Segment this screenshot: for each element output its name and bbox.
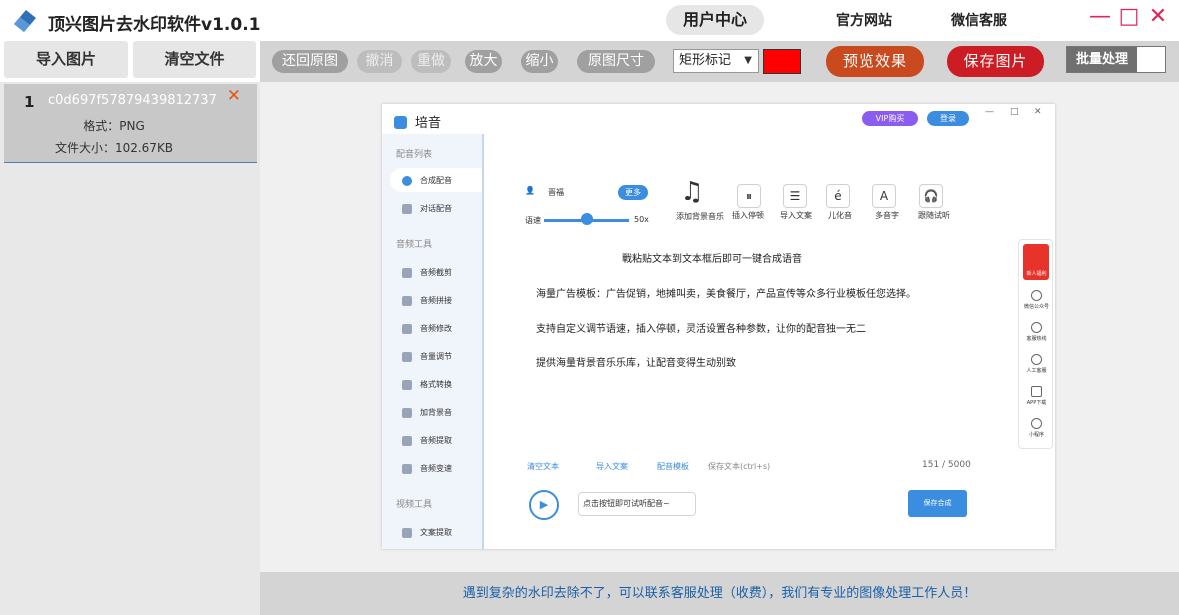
wechat-service-link[interactable]: 微信客服 bbox=[951, 10, 1007, 30]
shot-char-count: 151 / 5000 bbox=[922, 460, 971, 470]
chevron-down-icon: ▼ bbox=[744, 55, 752, 66]
mark-mode-value: 矩形标记 bbox=[679, 53, 732, 68]
shot-sidebar-item: 格式转换 bbox=[402, 379, 452, 390]
shot-clear-text-link: 清空文本 bbox=[527, 462, 559, 471]
shot-vip-badge: VIP购买 bbox=[862, 111, 918, 126]
shot-play-hint: 点击按钮即可试听配音~ bbox=[578, 492, 696, 516]
shot-dub-heading: 配音列表 bbox=[396, 150, 433, 160]
mark-mode-select[interactable]: 矩形标记 ▼ bbox=[673, 49, 759, 73]
official-site-link[interactable]: 官方网站 bbox=[836, 10, 892, 30]
shot-float-item: 微信公众号 bbox=[1019, 290, 1054, 310]
shot-login-badge: 登录 bbox=[927, 111, 969, 126]
shot-video-heading: 视频工具 bbox=[396, 500, 433, 510]
shot-erhua-icon: é bbox=[826, 184, 850, 208]
shot-text-line: 海量广告模板：广告促销，地摊叫卖，美食餐厅，产品宣传等众多行业模板任您选择。 bbox=[536, 289, 916, 300]
clear-files-button[interactable]: 清空文件 bbox=[133, 41, 256, 78]
title-bar: 顶兴图片去水印软件v1.0.1 用户中心 官方网站 微信客服 — □ ✕ bbox=[0, 0, 1179, 40]
shot-right-float: 新人福利 微信公众号 客服热线 人工客服 APP下载 小程序 bbox=[1018, 239, 1053, 449]
shot-tool-label: 插入停顿 bbox=[732, 211, 764, 220]
file-size: 文件大小：102.67KB bbox=[54, 141, 174, 155]
shot-sidebar-item: 合成配音 bbox=[402, 175, 452, 186]
shot-template-link: 配音模板 bbox=[657, 462, 689, 471]
shot-maximize-icon: □ bbox=[1010, 107, 1019, 117]
remove-file-icon[interactable]: ✕ bbox=[227, 86, 241, 106]
shot-save-button: 保存合成 bbox=[908, 490, 967, 517]
shot-sidebar-item: 音量调节 bbox=[402, 351, 452, 362]
footer-message: 遇到复杂的水印去除不了，可以联系客服处理（收费），我们有专业的图像处理工作人员！ bbox=[260, 572, 1179, 615]
shot-app-name: 培音 bbox=[415, 116, 442, 131]
undo-button[interactable]: 撤消 bbox=[357, 50, 402, 73]
shot-close-icon: ✕ bbox=[1034, 107, 1042, 117]
shot-sidebar bbox=[382, 134, 482, 549]
shot-speed-knob bbox=[581, 213, 593, 225]
close-icon[interactable]: ✕ bbox=[1146, 5, 1170, 29]
shot-audio-heading: 音频工具 bbox=[396, 240, 433, 250]
shot-float-item: 客服热线 bbox=[1019, 322, 1054, 342]
shot-save-text-link: 保存文本(ctrl+s) bbox=[708, 462, 771, 471]
shot-music-note-icon: ♫ bbox=[680, 177, 704, 207]
shot-play-icon: ▶ bbox=[529, 490, 559, 520]
shot-sidebar-item: 音频变速 bbox=[402, 463, 452, 474]
shot-headphone-icon: 🎧 bbox=[919, 184, 943, 208]
mark-color-picker[interactable] bbox=[763, 49, 801, 74]
loaded-image[interactable]: 培音 VIP购买 登录 — □ ✕ 配音列表 合成配音 对话配音 音频工具 音频… bbox=[382, 104, 1055, 549]
original-size-button[interactable]: 原图尺寸 bbox=[577, 50, 655, 73]
restore-original-button[interactable]: 还回原图 bbox=[272, 50, 348, 73]
shot-import-text-icon: ☰ bbox=[783, 184, 807, 208]
shot-tool-label: 跟随试听 bbox=[918, 211, 950, 220]
shot-text-line: 戰粘贴文本到文本框后即可一键合成语音 bbox=[622, 254, 802, 265]
shot-voice-name: 晋福 bbox=[548, 188, 564, 197]
shot-tool-label: 多音字 bbox=[875, 211, 899, 220]
shot-voice-avatar-icon: 👤 bbox=[525, 186, 535, 195]
save-image-button[interactable]: 保存图片 bbox=[947, 46, 1044, 77]
shot-tool-label: 添加背景音乐 bbox=[676, 212, 724, 221]
shot-text-line: 提供海量背景音乐乐库，让配音变得生动别致 bbox=[536, 358, 736, 369]
shot-tool-label: 导入文案 bbox=[780, 211, 812, 220]
zoom-in-button[interactable]: 放大 bbox=[465, 50, 502, 73]
shot-minimize-icon: — bbox=[985, 107, 994, 117]
shot-import-link: 导入文案 bbox=[596, 462, 628, 471]
preview-effect-button[interactable]: 预览效果 bbox=[826, 46, 924, 77]
shot-sidebar-item: 音频截剪 bbox=[402, 267, 452, 278]
shot-pause-insert-icon: ⏸ bbox=[737, 184, 761, 208]
user-center-button[interactable]: 用户中心 bbox=[666, 5, 764, 35]
shot-sidebar-item: 加背景音 bbox=[402, 407, 452, 418]
shot-polyphone-icon: A bbox=[872, 184, 896, 208]
app-title: 顶兴图片去水印软件v1.0.1 bbox=[48, 15, 261, 35]
toolbar: 还回原图 撤消 重做 放大 缩小 原图尺寸 矩形标记 ▼ 预览效果 保存图片 批… bbox=[260, 41, 1179, 82]
shot-speed-value: 50x bbox=[634, 215, 649, 224]
shot-sidebar-item: 对话配音 bbox=[402, 203, 452, 214]
maximize-icon[interactable]: □ bbox=[1117, 5, 1141, 29]
import-image-button[interactable]: 导入图片 bbox=[4, 41, 128, 78]
shot-sidebar-divider bbox=[482, 134, 484, 549]
file-index: 1 bbox=[24, 93, 35, 111]
shot-float-item: APP下载 bbox=[1019, 386, 1054, 406]
minimize-icon[interactable]: — bbox=[1088, 5, 1112, 29]
shot-sidebar-item: 音频拼接 bbox=[402, 295, 452, 306]
shot-more-badge: 更多 bbox=[618, 185, 648, 200]
file-format: 格式：PNG bbox=[83, 119, 145, 133]
app-window: 顶兴图片去水印软件v1.0.1 用户中心 官方网站 微信客服 — □ ✕ 导入图… bbox=[0, 0, 1179, 615]
zoom-out-button[interactable]: 缩小 bbox=[521, 50, 558, 73]
shot-speed-label: 语速 bbox=[525, 216, 541, 225]
file-list: 1 c0d697f57879439812737 ✕ 格式：PNG 文件大小：10… bbox=[0, 82, 260, 615]
peiyin-logo-icon bbox=[394, 116, 407, 129]
file-name: c0d697f57879439812737 bbox=[48, 93, 217, 108]
eraser-logo-icon bbox=[14, 10, 36, 32]
redo-button[interactable]: 重做 bbox=[411, 50, 451, 73]
batch-toggle[interactable]: 批量处理 bbox=[1066, 46, 1166, 73]
shot-float-item: 小程序 bbox=[1019, 418, 1054, 438]
batch-label: 批量处理 bbox=[1067, 47, 1137, 72]
shot-float-item: 人工客服 bbox=[1019, 354, 1054, 374]
shot-tool-label: 儿化音 bbox=[828, 211, 852, 220]
shot-text-line: 支持自定义调节语速，插入停顿，灵活设置各种参数，让你的配音独一无二 bbox=[536, 324, 866, 335]
shot-sidebar-item: 文案提取 bbox=[402, 527, 452, 538]
shot-sidebar-item: 音频修改 bbox=[402, 323, 452, 334]
shot-sidebar-item: 音频提取 bbox=[402, 435, 452, 446]
shot-float-label: 新人福利 bbox=[1026, 271, 1047, 277]
list-item[interactable]: 1 c0d697f57879439812737 ✕ 格式：PNG 文件大小：10… bbox=[4, 84, 257, 163]
